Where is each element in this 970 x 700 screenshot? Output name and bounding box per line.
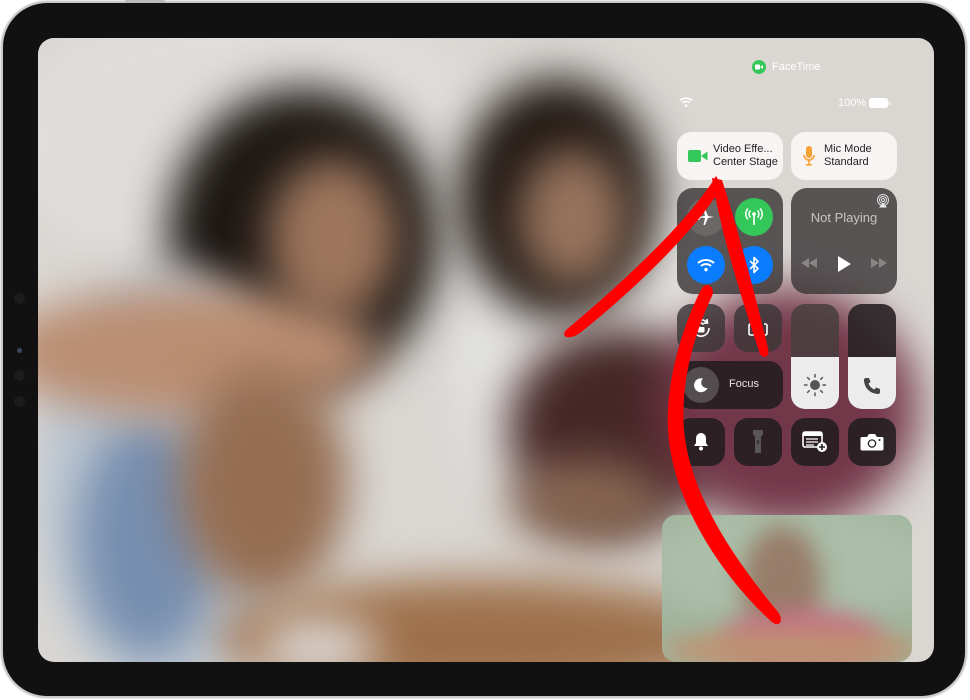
rotation-lock-icon [689, 316, 713, 340]
phone-icon [863, 377, 881, 395]
facetime-indicator[interactable]: FaceTime [752, 60, 821, 74]
mic-mode-tile[interactable]: Mic Mode Standard [791, 132, 897, 180]
flashlight-icon [753, 430, 763, 454]
wifi-icon [679, 97, 693, 107]
focus-label: Focus [729, 378, 759, 390]
screen-mirroring-button[interactable] [734, 304, 782, 352]
quick-note-button[interactable] [791, 418, 839, 466]
battery-status: 100% [838, 97, 891, 109]
facetime-label: FaceTime [772, 61, 821, 73]
rewind-icon[interactable] [800, 258, 818, 268]
screen: FaceTime 100% Video Effe... Center Stage… [38, 38, 934, 662]
front-camera [17, 348, 22, 353]
screen-mirroring-icon [747, 319, 769, 337]
microphone-icon [803, 146, 815, 166]
airplane-icon [697, 208, 715, 226]
airplane-mode-toggle[interactable] [687, 198, 725, 236]
bluetooth-toggle[interactable] [735, 246, 773, 284]
now-playing-status: Not Playing [810, 210, 878, 225]
wifi-icon [697, 258, 715, 272]
battery-percentage: 100% [838, 97, 867, 109]
camera-icon [860, 433, 884, 451]
airplay-audio-icon[interactable] [876, 194, 890, 208]
mic-mode-subtitle: Standard [824, 156, 869, 168]
volume-slider[interactable] [848, 304, 896, 409]
play-icon[interactable] [837, 256, 851, 272]
cellular-antenna-icon [744, 208, 764, 226]
video-camera-icon [688, 149, 708, 163]
moon-icon [683, 367, 719, 403]
bell-icon [693, 432, 709, 452]
rotation-lock-toggle[interactable] [677, 304, 725, 352]
battery-icon [869, 98, 891, 108]
device-sensor [14, 293, 25, 304]
device-sensor [14, 370, 25, 381]
brightness-slider[interactable] [791, 304, 839, 409]
video-effects-title: Video Effe... [713, 143, 773, 155]
video-camera-icon [752, 60, 766, 74]
connectivity-module [677, 188, 783, 294]
video-effects-tile[interactable]: Video Effe... Center Stage [677, 132, 783, 180]
focus-button[interactable]: Focus [677, 361, 783, 409]
cellular-data-toggle[interactable] [735, 198, 773, 236]
flashlight-button[interactable] [734, 418, 782, 466]
wifi-toggle[interactable] [687, 246, 725, 284]
quick-note-icon [802, 431, 828, 453]
mic-mode-title: Mic Mode [824, 143, 872, 155]
camera-button[interactable] [848, 418, 896, 466]
bluetooth-icon [749, 256, 759, 274]
silent-mode-button[interactable] [677, 418, 725, 466]
top-button [125, 0, 165, 3]
fast-forward-icon[interactable] [870, 258, 888, 268]
now-playing-module[interactable]: Not Playing [791, 188, 897, 294]
device-sensor [14, 396, 25, 407]
video-effects-subtitle: Center Stage [713, 156, 778, 168]
sun-icon [803, 373, 827, 397]
